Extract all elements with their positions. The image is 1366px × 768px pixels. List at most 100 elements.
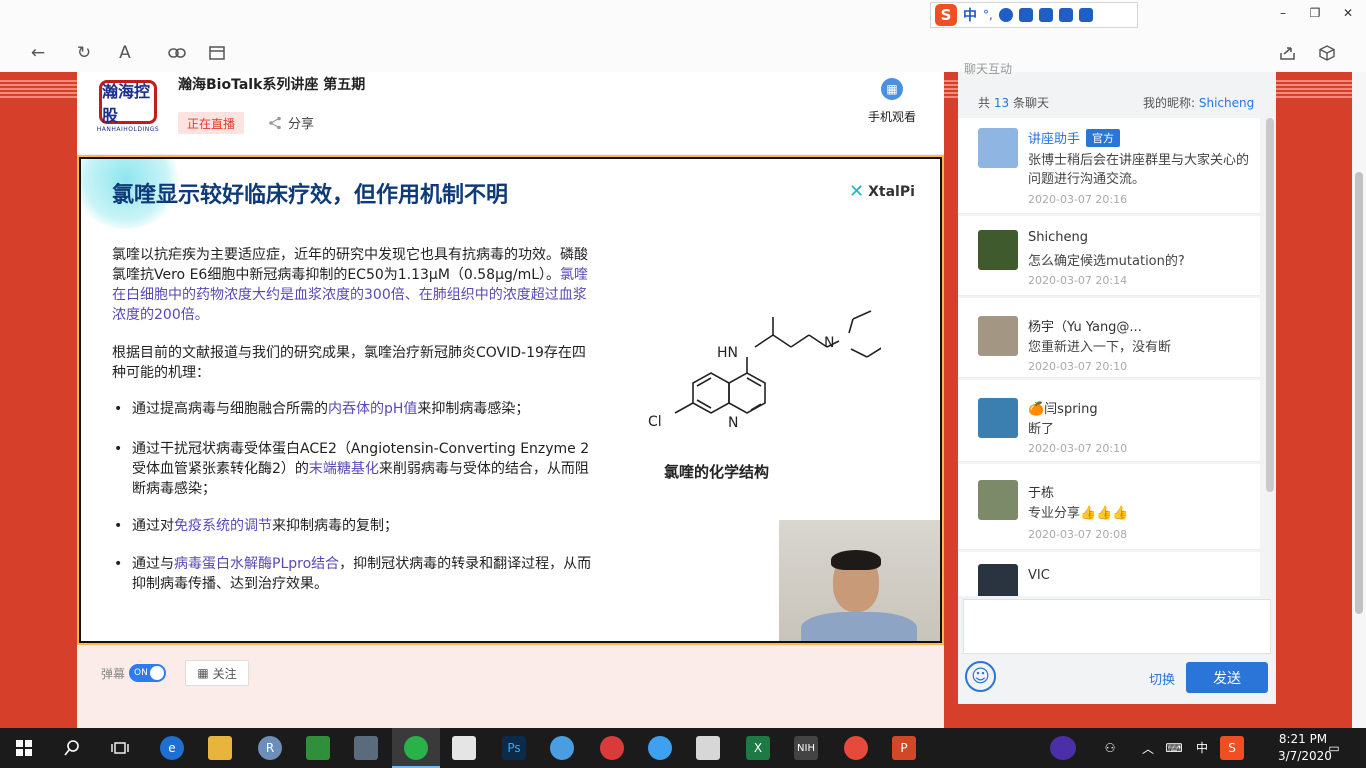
keyboard-tray-icon[interactable]: ⌨ [1162, 736, 1186, 760]
danmu-toggle[interactable]: ON [129, 664, 167, 682]
chat-input[interactable] [963, 599, 1271, 654]
edge-browser-icon[interactable]: e [160, 736, 184, 760]
ime-toolbar[interactable]: S 中 °, [930, 2, 1138, 28]
mobile-view-label: 手机观看 [867, 110, 916, 124]
nih-app-icon[interactable]: NIH [794, 736, 818, 760]
excel-icon[interactable]: X [746, 736, 770, 760]
chat-scrollbar[interactable] [1266, 118, 1274, 492]
share-page-icon[interactable] [1277, 42, 1299, 64]
avatar [978, 316, 1018, 356]
browser-toolbar: S 中 °, – ❐ ✕ ← ↻ A [0, 0, 1366, 72]
photoshop-icon[interactable]: Ps [502, 736, 526, 760]
chat-message: VIC [958, 552, 1260, 596]
task-view-icon[interactable] [108, 736, 132, 760]
restore-button[interactable]: ❐ [1303, 4, 1327, 22]
utility-app-icon[interactable] [354, 736, 378, 760]
follow-button[interactable]: ▦ 关注 [185, 660, 249, 686]
taskbar: e R Ps X NIH P ⚇ ︿ ⌨ 中 S ▭ [0, 728, 1366, 768]
skin-icon[interactable] [1058, 8, 1073, 22]
emoji-icon[interactable] [998, 8, 1013, 22]
share-button[interactable]: 分享 [268, 113, 314, 132]
org-logo: 瀚海控股 HANHAIHOLDINGS [96, 79, 160, 133]
chat-message: 讲座助手 官方 张博士稍后会在讲座群里与大家关心的问题进行沟通交流。 2020-… [958, 118, 1260, 214]
avatar [978, 564, 1018, 596]
slide-bullet-4: 通过与病毒蛋白水解酶PLpro结合，抑制冠状病毒的转录和翻译过程，从而抑制病毒传… [112, 554, 596, 594]
back-icon[interactable]: ← [27, 42, 49, 64]
windows-start-icon[interactable] [12, 736, 36, 760]
danmu-control[interactable]: 弹幕 ON [101, 664, 167, 682]
store-icon[interactable] [452, 736, 476, 760]
file-explorer-icon[interactable] [208, 736, 232, 760]
slide-title: 氯喹显示较好临床疗效，但作用机制不明 [112, 183, 509, 208]
live-badge: 正在直播 [178, 112, 244, 134]
chem-caption: 氯喹的化学结构 [664, 463, 770, 481]
chat-message: 杨宇（Yu Yang@... 您重新进入一下，没有断 2020-03-07 20… [958, 298, 1260, 378]
tab-icon[interactable] [206, 42, 228, 64]
mobile-view-button[interactable]: ▦ 手机观看 [864, 78, 920, 125]
r-app-icon[interactable]: R [258, 736, 282, 760]
reload-icon[interactable]: ↻ [73, 42, 95, 64]
cloud-app-icon[interactable] [648, 736, 672, 760]
my-nickname: 我的昵称: Shicheng [1143, 96, 1255, 110]
clock[interactable]: 8:21 PM 3/7/2020 [1278, 731, 1332, 765]
qr-icon: ▦ [197, 666, 209, 680]
switch-button[interactable]: 切换 [1149, 669, 1175, 688]
chat-message: Shicheng 怎么确定候选mutation的? 2020-03-07 20:… [958, 216, 1260, 296]
presenter-video[interactable] [779, 520, 940, 641]
sogou-tray-icon[interactable]: S [1220, 736, 1244, 760]
chat-count: 共 13 条聊天 [978, 96, 1049, 110]
chat-message: 于栋 专业分享👍👍👍 2020-03-07 20:08 [958, 464, 1260, 550]
wechat-icon[interactable] [404, 736, 428, 760]
share-icon [269, 116, 281, 129]
chart-app-icon[interactable] [696, 736, 720, 760]
chat-header: 聊天互动 [964, 62, 1013, 76]
share-label: 分享 [288, 117, 315, 132]
slide-bullet-2: 通过干扰冠状病毒受体蛋白ACE2（Angiotensin-Converting … [112, 439, 596, 499]
search-icon[interactable] [60, 736, 84, 760]
chat-message: 🍊闫spring 断了 2020-03-07 20:10 [958, 380, 1260, 462]
slide-paragraph-1: 氯喹以抗疟疾为主要适应症，近年的研究中发现它也具有抗病毒的功效。磷酸氯喹抗Ver… [112, 247, 589, 323]
page-title: 瀚海BioTalk系列讲座 第五期 [178, 77, 366, 93]
follow-label: 关注 [212, 666, 237, 681]
chem-label-n-ring: N [728, 415, 739, 431]
minimize-button[interactable]: – [1271, 4, 1295, 22]
chem-label-hn: HN [717, 345, 738, 361]
green-app-icon[interactable] [306, 736, 330, 760]
ime-tray-label[interactable]: 中 [1196, 739, 1208, 756]
people-icon[interactable]: ⚇ [1098, 736, 1122, 760]
close-button[interactable]: ✕ [1336, 4, 1360, 22]
xtalpi-mark-icon: ✕ [849, 181, 865, 202]
chem-label-n-amine: N [824, 335, 835, 351]
slide-bullet-3: 通过对免疫系统的调节来抑制病毒的复制； [112, 516, 596, 536]
page-scrollbar[interactable] [1352, 72, 1366, 728]
slide-paragraph-2: 根据目前的文献报道与我们的研究成果，氯喹治疗新冠肺炎COVID-19存在四种可能… [112, 345, 586, 381]
keyboard-icon[interactable] [1038, 8, 1053, 22]
avatar [978, 398, 1018, 438]
ime-punct-label[interactable]: °, [983, 8, 993, 22]
emoji-button[interactable]: ☺ [965, 661, 996, 692]
send-button[interactable]: 发送 [1186, 662, 1268, 693]
chrome-icon[interactable] [844, 736, 868, 760]
chat-message-list[interactable]: 讲座助手 官方 张博士稍后会在讲座群里与大家关心的问题进行沟通交流。 2020-… [958, 118, 1260, 596]
avatar [978, 230, 1018, 270]
chem-label-cl: Cl [648, 414, 662, 430]
link-icon[interactable] [166, 42, 188, 64]
avatar [978, 128, 1018, 168]
ime-mode-label[interactable]: 中 [963, 5, 977, 25]
danmu-label: 弹幕 [101, 666, 126, 681]
tray-chevron-icon[interactable]: ︿ [1136, 736, 1160, 760]
blue-app-icon[interactable] [550, 736, 574, 760]
tray-app-icon[interactable] [1050, 736, 1076, 760]
powerpoint-icon[interactable]: P [892, 736, 916, 760]
toolbox-icon[interactable] [1078, 8, 1093, 22]
reader-mode-icon[interactable]: A [114, 42, 136, 64]
avatar [978, 480, 1018, 520]
cube-icon[interactable] [1316, 42, 1338, 64]
official-badge: 官方 [1086, 128, 1121, 147]
slide-bullet-1: 通过提高病毒与细胞融合所需的内吞体的pH值来抑制病毒感染； [112, 399, 596, 419]
qr-code-icon: ▦ [881, 78, 903, 100]
red-app-icon[interactable] [600, 736, 624, 760]
chloroquine-structure [674, 310, 881, 414]
sogou-logo-icon: S [935, 4, 957, 26]
microphone-icon[interactable] [1018, 8, 1033, 22]
